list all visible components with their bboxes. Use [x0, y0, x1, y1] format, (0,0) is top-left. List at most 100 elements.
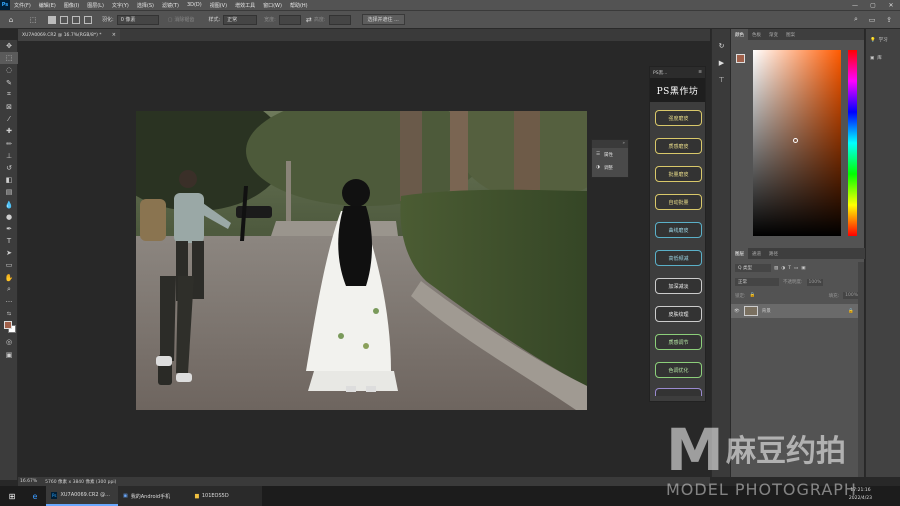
width-input[interactable] — [278, 14, 301, 25]
plugin-button-partial[interactable] — [655, 388, 702, 396]
crop-tool-icon[interactable]: ⌗ — [0, 89, 18, 101]
plugin-button-texture-adjust[interactable]: 质感调节 — [655, 334, 702, 350]
menu-edit[interactable]: 编辑(E) — [35, 2, 60, 9]
color-picker-field[interactable] — [753, 50, 841, 236]
search-icon[interactable]: ⌕ — [851, 15, 861, 24]
plugin-button-curve-smooth[interactable]: 曲线磨皮 — [655, 222, 702, 238]
menu-help[interactable]: 帮助(H) — [286, 2, 312, 9]
subtract-selection-icon[interactable] — [72, 15, 80, 24]
layer-visibility-icon[interactable]: 👁 — [734, 309, 740, 314]
history-icon[interactable]: ↻ — [712, 37, 731, 54]
tab-document[interactable]: XU7A0069.CR2 @ 16.7%(RGB/8*) * × — [18, 29, 120, 41]
plugin-button-texture-smooth[interactable]: 质感磨皮 — [655, 138, 702, 154]
menu-window[interactable]: 窗口(W) — [259, 2, 286, 9]
properties-item[interactable]: ☰ 属性 — [592, 148, 628, 161]
add-selection-icon[interactable] — [60, 15, 68, 24]
tab-swatches[interactable]: 色板 — [748, 32, 765, 38]
fg-color-chip[interactable] — [736, 54, 745, 63]
filter-shape-icon[interactable]: ▭ — [794, 266, 798, 271]
screen-mode-icon[interactable]: ▣ — [0, 349, 18, 361]
document-image[interactable] — [136, 111, 587, 410]
marquee-tool-icon[interactable]: ⬚ — [0, 52, 18, 65]
tab-patterns[interactable]: 图案 — [782, 32, 799, 38]
frame-tool-icon[interactable]: ⊠ — [0, 101, 18, 113]
start-button[interactable]: ⊞ — [0, 486, 24, 506]
menu-file[interactable]: 文件(F) — [10, 2, 35, 9]
healing-brush-tool-icon[interactable]: ✚ — [0, 125, 18, 137]
home-icon[interactable]: ⌂ — [6, 16, 16, 24]
plugin-button-dodge-burn[interactable]: 加深减淡 — [655, 278, 702, 294]
share-icon[interactable]: ⇪ — [884, 16, 894, 24]
new-selection-icon[interactable] — [48, 15, 56, 24]
height-input[interactable] — [328, 14, 351, 25]
workspace-icon[interactable]: ▭ — [867, 16, 877, 24]
filter-pixel-icon[interactable]: ▨ — [774, 266, 778, 271]
blur-tool-icon[interactable]: 💧 — [0, 198, 18, 210]
more-tools-icon[interactable]: ··· — [0, 296, 18, 308]
close-tab-icon[interactable]: × — [112, 32, 116, 38]
menu-layer[interactable]: 图层(L) — [83, 2, 108, 9]
document-size[interactable]: 5760 像素 x 3840 像素 (300 ppi) — [45, 479, 116, 485]
plugin-button-batch-smooth[interactable]: 批量磨皮 — [655, 166, 702, 182]
move-tool-icon[interactable]: ✥ — [0, 40, 18, 52]
panel-collapse-icon[interactable]: » — [592, 140, 628, 148]
clone-stamp-tool-icon[interactable]: ⊥ — [0, 150, 18, 162]
eraser-tool-icon[interactable]: ◧ — [0, 174, 18, 186]
tab-gradients[interactable]: 渐变 — [765, 32, 782, 38]
zoom-level[interactable]: 16.67% — [20, 479, 37, 484]
reset-colors-icon[interactable]: ⇆ — [0, 308, 18, 320]
plugin-button-tone-optimize[interactable]: 色调优化 — [655, 362, 702, 378]
color-swatches[interactable] — [0, 320, 17, 336]
menu-filter[interactable]: 滤镜(T) — [158, 2, 183, 9]
plugin-button-frequency-separation[interactable]: 高低频减 — [655, 250, 702, 266]
rectangle-tool-icon[interactable]: ▭ — [0, 259, 18, 271]
plugin-button-auto-batch[interactable]: 自动批量 — [655, 194, 702, 210]
tab-paths[interactable]: 路径 — [765, 251, 782, 257]
hue-slider[interactable] — [848, 50, 857, 236]
menu-select[interactable]: 选择(S) — [133, 2, 158, 9]
blend-mode-select[interactable]: 正常 — [735, 278, 779, 286]
history-brush-tool-icon[interactable]: ↺ — [0, 162, 18, 174]
dodge-tool-icon[interactable]: ● — [0, 211, 18, 223]
tab-layers[interactable]: 图层 — [731, 248, 748, 259]
pen-tool-icon[interactable]: ✒ — [0, 223, 18, 235]
menu-image[interactable]: 图像(I) — [60, 2, 83, 9]
filter-adjust-icon[interactable]: ◑ — [781, 266, 785, 271]
learn-item[interactable]: 💡 学习 — [866, 29, 900, 44]
antialias-checkbox[interactable]: ▢ — [168, 17, 173, 23]
close-window-button[interactable]: ✕ — [882, 0, 900, 10]
marquee-preset-icon[interactable]: ⬚ — [28, 16, 38, 24]
path-selection-tool-icon[interactable]: ➤ — [0, 247, 18, 259]
feather-input[interactable]: 0 像素 — [116, 14, 159, 25]
tab-channels[interactable]: 通道 — [748, 251, 765, 257]
filter-smart-icon[interactable]: ▣ — [801, 266, 805, 271]
adjustments-item[interactable]: ◑ 调整 — [592, 161, 628, 174]
plugin-button-strength-smooth[interactable]: 强度磨皮 — [655, 110, 702, 126]
layer-row-background[interactable]: 👁 背景 🔒 — [731, 304, 858, 318]
plugin-button-skin-texture[interactable]: 皮肤纹理 — [655, 306, 702, 322]
edge-icon[interactable]: e — [24, 486, 46, 506]
type-tool-icon[interactable]: T — [0, 235, 18, 247]
libraries-item[interactable]: ▣ 库 — [866, 43, 900, 62]
eyedropper-tool-icon[interactable]: ⁄ — [0, 113, 18, 125]
quick-select-tool-icon[interactable]: ✎ — [0, 77, 18, 89]
quick-mask-icon[interactable]: ◎ — [0, 336, 18, 348]
lock-icon[interactable]: 🔒 — [750, 293, 756, 298]
taskbar-photoshop[interactable]: Ps XU7A0069.CR2 @... — [46, 486, 118, 506]
plugin-menu-icon[interactable]: ≡ — [698, 70, 702, 75]
hand-tool-icon[interactable]: ✋ — [0, 272, 18, 284]
menu-view[interactable]: 视图(V) — [206, 2, 231, 9]
filter-type-icon[interactable]: T — [788, 266, 791, 271]
minimize-button[interactable]: — — [846, 0, 864, 10]
tab-color[interactable]: 颜色 — [731, 29, 748, 40]
taskbar-folder[interactable]: ▆ 101EOS5D — [190, 486, 262, 506]
swap-icon[interactable]: ⇄ — [304, 16, 314, 24]
tool-presets-icon[interactable]: ⊤ — [712, 71, 731, 88]
opacity-input[interactable]: 100% — [806, 278, 824, 286]
lasso-tool-icon[interactable]: ◌ — [0, 64, 18, 76]
menu-type[interactable]: 文字(Y) — [108, 2, 133, 9]
foreground-color-swatch[interactable] — [4, 321, 12, 330]
intersect-selection-icon[interactable] — [84, 15, 92, 24]
zoom-tool-icon[interactable]: ⌕ — [0, 284, 18, 296]
maximize-button[interactable]: ▢ — [864, 0, 882, 10]
